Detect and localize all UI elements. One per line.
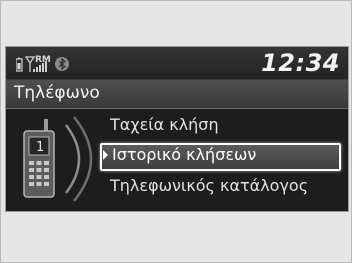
menu-item-speed-dial[interactable]: Ταχεία κλήση bbox=[110, 115, 219, 134]
bluetooth-icon bbox=[55, 57, 69, 71]
menu-item-call-history[interactable]: Ιστορικό κλήσεων bbox=[112, 145, 256, 164]
cell-phone-icon: 1 bbox=[23, 116, 93, 202]
title-bar: Τηλέφωνο bbox=[6, 80, 348, 109]
clock: 12:34 bbox=[261, 49, 340, 77]
status-bar: RM 12:34 bbox=[6, 47, 348, 79]
menu-item-phonebook[interactable]: Τηλεφωνικός κατάλογος bbox=[110, 176, 308, 195]
selection-arrow-icon bbox=[103, 150, 108, 160]
phone-battery-icon bbox=[16, 57, 23, 72]
phone-display-number: 1 bbox=[36, 140, 44, 155]
menu-content: 1 Ταχεία κλήση Ιστορικό κλήσεων Τηλεφωνι… bbox=[6, 109, 348, 211]
page-title: Τηλέφωνο bbox=[14, 83, 100, 103]
roaming-label: RM bbox=[35, 55, 51, 65]
phone-screen: RM 12:34 Τηλέφωνο 1 Ταχεία κλήση Ιστορικ… bbox=[5, 46, 349, 212]
status-icons: RM bbox=[16, 55, 69, 72]
